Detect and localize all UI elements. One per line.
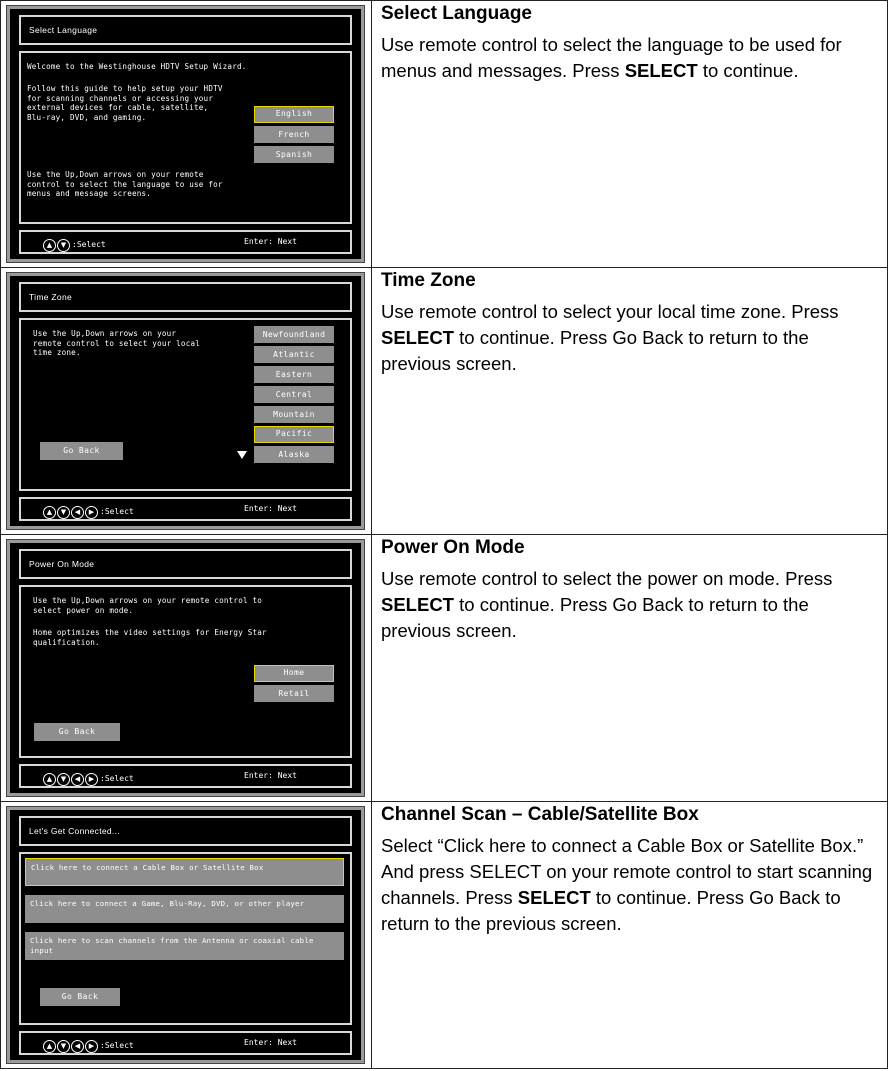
row-heading: Power On Mode: [381, 537, 525, 558]
up-arrow-icon: ▲: [43, 238, 56, 252]
option-mountain[interactable]: Mountain: [254, 406, 334, 423]
screen-main-panel: Use the Up,Down arrows on your remote co…: [19, 585, 352, 758]
row-heading: Select Language: [381, 3, 532, 24]
description-cell: Time Zone Use remote control to select y…: [371, 267, 888, 535]
screenshot-cell: Let's Get Connected... Click here to con…: [0, 801, 372, 1069]
left-arrow-icon: ◀: [71, 1039, 84, 1053]
go-back-button[interactable]: Go Back: [34, 723, 120, 741]
up-arrow-icon: ▲: [43, 1039, 56, 1053]
screenshot-cell: Power On Mode Use the Up,Down arrows on …: [0, 534, 372, 802]
description-cell: Power On Mode Use remote control to sele…: [371, 534, 888, 802]
table-row: Time Zone Use the Up,Down arrows on your…: [0, 267, 888, 535]
instruction-text: Use the Up,Down arrows on your remote co…: [33, 596, 263, 615]
up-arrow-icon: ▲: [43, 772, 56, 786]
right-arrow-icon: ▶: [85, 505, 98, 519]
screen-main-panel: Welcome to the Westinghouse HDTV Setup W…: [19, 51, 352, 224]
footer-next-label: Enter: Next: [244, 771, 297, 780]
option-english[interactable]: English: [254, 106, 334, 123]
footer-next-label: Enter: Next: [244, 237, 297, 246]
nav-hint: ▲ ▼ ◀ ▶ :Select: [43, 769, 134, 789]
option-french[interactable]: French: [254, 126, 334, 143]
screen-footer: ▲ ▼ :Select Enter: Next: [19, 230, 352, 254]
screen-footer: ▲ ▼ ◀ ▶ :Select Enter: Next: [19, 497, 352, 521]
tv-screen: Power On Mode Use the Up,Down arrows on …: [6, 539, 365, 797]
up-arrow-icon: ▲: [43, 505, 56, 519]
down-arrow-icon: ▼: [57, 238, 70, 252]
screen-title: Time Zone: [19, 282, 352, 312]
down-arrow-icon: ▼: [57, 1039, 70, 1053]
tv-screen: Select Language Welcome to the Westingho…: [6, 5, 365, 263]
option-pacific[interactable]: Pacific: [254, 426, 334, 443]
right-arrow-icon: ▶: [85, 772, 98, 786]
down-arrow-icon: ▼: [57, 505, 70, 519]
description-cell: Channel Scan – Cable/Satellite Box Selec…: [371, 801, 888, 1069]
welcome-text: Welcome to the Westinghouse HDTV Setup W…: [27, 62, 247, 71]
option-home[interactable]: Home: [254, 665, 334, 682]
footer-next-label: Enter: Next: [244, 1038, 297, 1047]
go-back-button[interactable]: Go Back: [40, 442, 123, 460]
screen-title: Select Language: [19, 15, 352, 45]
footer-select-label: :Select: [72, 240, 106, 249]
description-cell: Select Language Use remote control to se…: [371, 0, 888, 268]
footer-select-label: :Select: [100, 507, 134, 516]
row-description: Use remote control to select your local …: [381, 301, 839, 374]
screenshot-cell: Time Zone Use the Up,Down arrows on your…: [0, 267, 372, 535]
screen-title: Let's Get Connected...: [19, 816, 352, 846]
table-row: Select Language Welcome to the Westingho…: [0, 0, 888, 268]
option-central[interactable]: Central: [254, 386, 334, 403]
go-back-button[interactable]: Go Back: [40, 988, 120, 1006]
option-newfoundland[interactable]: Newfoundland: [254, 326, 334, 343]
screen-main-panel: Click here to connect a Cable Box or Sat…: [19, 852, 352, 1025]
right-arrow-icon: ▶: [85, 1039, 98, 1053]
screen-footer: ▲ ▼ ◀ ▶ :Select Enter: Next: [19, 1031, 352, 1055]
row-description: Use remote control to select the power o…: [381, 568, 833, 641]
row-description: Use remote control to select the languag…: [381, 34, 842, 81]
screen-title: Power On Mode: [19, 549, 352, 579]
guide-text: Follow this guide to help setup your HDT…: [27, 84, 223, 122]
nav-hint: ▲ ▼ :Select: [43, 235, 106, 255]
option-cable-satellite-box[interactable]: Click here to connect a Cable Box or Sat…: [25, 858, 344, 886]
table-row: Let's Get Connected... Click here to con…: [0, 801, 888, 1069]
option-alaska[interactable]: Alaska: [254, 446, 334, 463]
option-spanish[interactable]: Spanish: [254, 146, 334, 163]
left-arrow-icon: ◀: [71, 772, 84, 786]
tv-screen: Let's Get Connected... Click here to con…: [6, 806, 365, 1064]
table-row: Power On Mode Use the Up,Down arrows on …: [0, 534, 888, 802]
nav-hint: ▲ ▼ ◀ ▶ :Select: [43, 1036, 134, 1056]
nav-hint: ▲ ▼ ◀ ▶ :Select: [43, 502, 134, 522]
screen-main-panel: Use the Up,Down arrows on your remote co…: [19, 318, 352, 491]
left-arrow-icon: ◀: [71, 505, 84, 519]
option-retail[interactable]: Retail: [254, 685, 334, 702]
row-heading: Channel Scan – Cable/Satellite Box: [381, 804, 699, 825]
down-arrow-icon: ▼: [57, 772, 70, 786]
scroll-down-triangle-icon: [237, 451, 247, 459]
instruction-text: Use the Up,Down arrows on your remote co…: [33, 329, 201, 357]
option-game-bluray-dvd[interactable]: Click here to connect a Game, Blu-Ray, D…: [25, 895, 344, 923]
energy-star-text: Home optimizes the video settings for En…: [33, 628, 267, 647]
screenshot-cell: Select Language Welcome to the Westingho…: [0, 0, 372, 268]
option-atlantic[interactable]: Atlantic: [254, 346, 334, 363]
instruction-table: Select Language Welcome to the Westingho…: [0, 0, 888, 1069]
footer-next-label: Enter: Next: [244, 504, 297, 513]
tv-screen: Time Zone Use the Up,Down arrows on your…: [6, 272, 365, 530]
screen-footer: ▲ ▼ ◀ ▶ :Select Enter: Next: [19, 764, 352, 788]
option-eastern[interactable]: Eastern: [254, 366, 334, 383]
option-antenna-scan[interactable]: Click here to scan channels from the Ant…: [25, 932, 344, 960]
footer-select-label: :Select: [100, 774, 134, 783]
row-description: Select “Click here to connect a Cable Bo…: [381, 835, 873, 934]
footer-select-label: :Select: [100, 1041, 134, 1050]
instruction-text: Use the Up,Down arrows on your remote co…: [27, 170, 223, 198]
row-heading: Time Zone: [381, 270, 476, 291]
